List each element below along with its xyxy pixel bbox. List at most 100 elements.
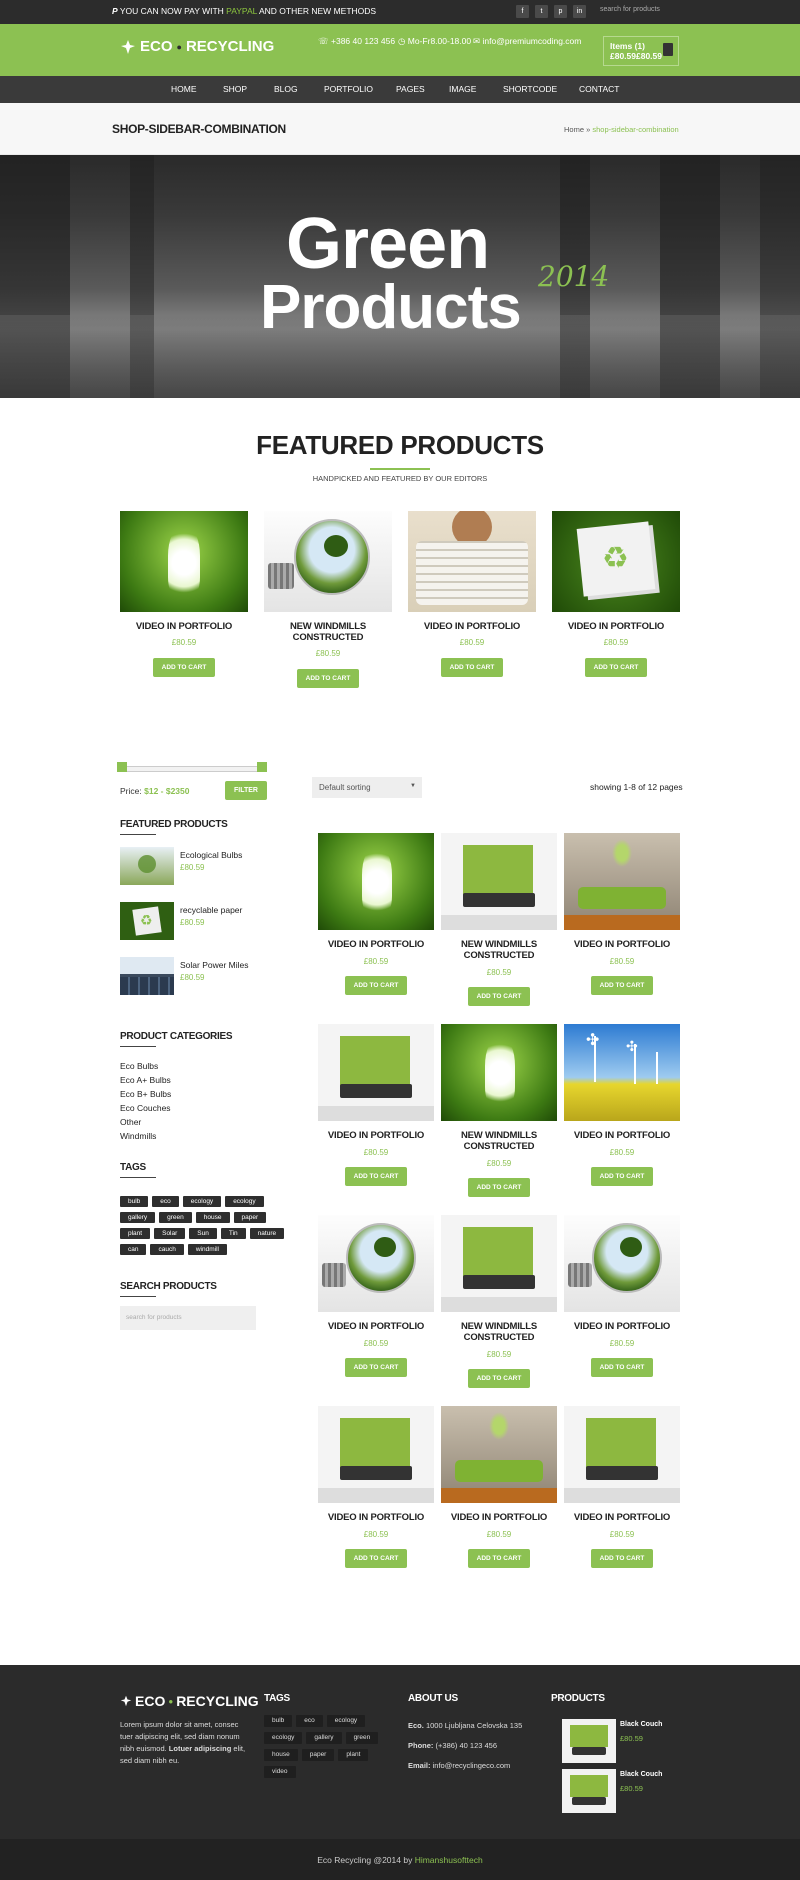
twitter-icon[interactable]: t (535, 5, 548, 18)
product-image-bulb[interactable] (120, 511, 248, 612)
product-image[interactable] (318, 833, 434, 930)
product-title[interactable]: VIDEO IN PORTFOLIO (552, 621, 680, 632)
sidebar-product-name[interactable]: Solar Power Miles (180, 960, 249, 970)
top-search-input[interactable]: search for products (600, 6, 660, 13)
tag[interactable]: windmill (187, 1244, 227, 1255)
tag[interactable]: Solar (154, 1228, 186, 1239)
add-to-cart-button[interactable]: ADD TO CART (467, 987, 531, 1006)
footer-tag[interactable]: eco (296, 1715, 323, 1727)
category-link[interactable]: Windmills (120, 1131, 156, 1141)
nav-image[interactable]: IMAGE (449, 84, 476, 94)
category-link[interactable]: Eco Couches (120, 1103, 171, 1113)
filter-button[interactable]: FILTER (225, 781, 267, 800)
footer-tag[interactable]: ecology (264, 1732, 303, 1744)
product-image[interactable] (564, 1406, 680, 1503)
footer-tag[interactable]: house (264, 1749, 298, 1761)
tag[interactable]: ecology (182, 1196, 222, 1207)
pinterest-icon[interactable]: p (554, 5, 567, 18)
add-to-cart-button[interactable]: ADD TO CART (344, 976, 408, 995)
author-link[interactable]: Himanshusofttech (415, 1855, 483, 1865)
product-title[interactable]: NEW WINDMILLS CONSTRUCTED (441, 1130, 557, 1152)
add-to-cart-button[interactable]: ADD TO CART (467, 1369, 531, 1388)
facebook-icon[interactable]: f (516, 5, 529, 18)
sidebar-product[interactable]: Solar Power Miles £80.59 (120, 957, 270, 997)
product-image[interactable] (441, 833, 557, 930)
footer-product[interactable]: Black Couch £80.59 (562, 1769, 672, 1813)
product-image-paper[interactable] (408, 511, 536, 612)
footer-tag[interactable]: gallery (306, 1732, 342, 1744)
linkedin-icon[interactable]: in (573, 5, 586, 18)
tag[interactable]: ecology (225, 1196, 264, 1207)
sidebar-product-image[interactable] (120, 847, 174, 885)
breadcrumb-home[interactable]: Home (564, 125, 584, 134)
product-image[interactable] (318, 1024, 434, 1121)
footer-product-image[interactable] (562, 1769, 616, 1813)
tag[interactable]: house (195, 1212, 230, 1223)
sort-select[interactable]: Default sorting ▼ (312, 777, 422, 798)
sidebar-product-name[interactable]: recyclable paper (180, 905, 242, 915)
product-image[interactable] (318, 1406, 434, 1503)
product-title[interactable]: VIDEO IN PORTFOLIO (564, 939, 680, 950)
add-to-cart-button[interactable]: ADD TO CART (590, 976, 654, 995)
footer-tag[interactable]: green (345, 1732, 379, 1744)
promo-highlight[interactable]: PAYPAL (226, 6, 257, 16)
price-slider-min-handle[interactable] (117, 762, 127, 772)
add-to-cart-button[interactable]: ADD TO CART (467, 1549, 531, 1568)
tag[interactable]: paper (233, 1212, 267, 1223)
product-image-recycle-paper[interactable]: ♻ (552, 511, 680, 612)
sidebar-product-image[interactable]: ♻ (120, 902, 174, 940)
add-to-cart-button[interactable]: ADD TO CART (440, 658, 504, 677)
product-title[interactable]: VIDEO IN PORTFOLIO (564, 1130, 680, 1141)
nav-shortcode[interactable]: SHORTCODE (503, 84, 557, 94)
tag[interactable]: Tin (220, 1228, 246, 1239)
add-to-cart-button[interactable]: ADD TO CART (296, 669, 360, 688)
tag[interactable]: nature (249, 1228, 285, 1239)
product-title[interactable]: VIDEO IN PORTFOLIO (120, 621, 248, 632)
nav-pages[interactable]: PAGES (396, 84, 425, 94)
sidebar-search-input[interactable]: search for products (120, 1306, 256, 1330)
add-to-cart-button[interactable]: ADD TO CART (590, 1358, 654, 1377)
product-title[interactable]: VIDEO IN PORTFOLIO (318, 1130, 434, 1141)
product-title[interactable]: VIDEO IN PORTFOLIO (318, 939, 434, 950)
product-title[interactable]: NEW WINDMILLS CONSTRUCTED (264, 621, 392, 643)
footer-tag[interactable]: video (264, 1766, 296, 1778)
add-to-cart-button[interactable]: ADD TO CART (344, 1167, 408, 1186)
product-image[interactable] (318, 1215, 434, 1312)
add-to-cart-button[interactable]: ADD TO CART (467, 1178, 531, 1197)
footer-product-name[interactable]: Black Couch (620, 1771, 662, 1778)
footer-tag[interactable]: bulb (264, 1715, 293, 1727)
product-image-lightbulb-tree[interactable] (264, 511, 392, 612)
footer-tag[interactable]: paper (301, 1749, 335, 1761)
tag[interactable]: can (120, 1244, 147, 1255)
add-to-cart-button[interactable]: ADD TO CART (584, 658, 648, 677)
email-text[interactable]: info@premiumcoding.com (482, 36, 581, 46)
product-title[interactable]: VIDEO IN PORTFOLIO (318, 1512, 434, 1523)
tag[interactable]: bulb (120, 1196, 149, 1207)
product-title[interactable]: NEW WINDMILLS CONSTRUCTED (441, 939, 557, 961)
product-title[interactable]: VIDEO IN PORTFOLIO (318, 1321, 434, 1332)
product-image[interactable] (564, 833, 680, 930)
footer-product-name[interactable]: Black Couch (620, 1721, 662, 1728)
footer-product-image[interactable] (562, 1719, 616, 1763)
footer-logo[interactable]: ECO ● RECYCLING (120, 1693, 259, 1709)
add-to-cart-button[interactable]: ADD TO CART (152, 658, 216, 677)
product-image[interactable] (441, 1406, 557, 1503)
product-title[interactable]: VIDEO IN PORTFOLIO (564, 1512, 680, 1523)
sidebar-product[interactable]: Ecological Bulbs £80.59 (120, 847, 270, 887)
cart-widget[interactable]: Items (1) £80.59£80.59 (603, 36, 679, 66)
product-title[interactable]: VIDEO IN PORTFOLIO (564, 1321, 680, 1332)
header-email[interactable]: ✉ info@premiumcoding.com (473, 36, 581, 47)
nav-home[interactable]: HOME (171, 84, 197, 94)
nav-blog[interactable]: BLOG (274, 84, 298, 94)
category-link[interactable]: Eco Bulbs (120, 1061, 158, 1071)
category-link[interactable]: Other (120, 1117, 141, 1127)
product-image[interactable] (441, 1215, 557, 1312)
tag[interactable]: Sun (189, 1228, 217, 1239)
product-image[interactable] (441, 1024, 557, 1121)
logo[interactable]: ECO ● RECYCLING (120, 38, 274, 55)
tag[interactable]: plant (120, 1228, 151, 1239)
footer-tag[interactable]: ecology (326, 1715, 366, 1727)
add-to-cart-button[interactable]: ADD TO CART (590, 1549, 654, 1568)
price-slider-max-handle[interactable] (257, 762, 267, 772)
category-link[interactable]: Eco A+ Bulbs (120, 1075, 171, 1085)
